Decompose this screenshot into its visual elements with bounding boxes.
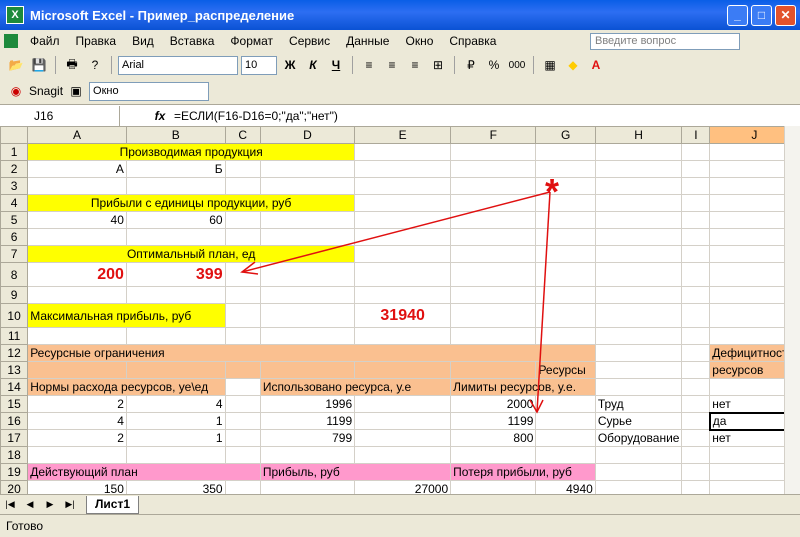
menu-file[interactable]: Файл <box>22 34 68 48</box>
menu-tools[interactable]: Сервис <box>281 34 338 48</box>
help-icon[interactable]: ? <box>85 55 105 75</box>
vertical-scrollbar[interactable] <box>784 126 800 494</box>
spreadsheet-grid: A B C D E F G H I J 1 Производимая продук… <box>0 126 800 494</box>
close-button[interactable]: ✕ <box>775 5 796 26</box>
fill-color-icon[interactable]: ◆ <box>563 55 583 75</box>
save-icon[interactable]: 💾 <box>29 55 49 75</box>
capture-icon[interactable]: ▣ <box>66 81 86 101</box>
doc-icon <box>4 34 18 48</box>
font-size-select[interactable]: 10 <box>241 55 277 75</box>
menu-help[interactable]: Справка <box>441 34 504 48</box>
excel-icon: X <box>6 6 24 24</box>
menu-insert[interactable]: Вставка <box>162 34 223 48</box>
name-box[interactable]: J16 <box>0 105 120 126</box>
print-icon[interactable]: 🖶 <box>62 55 82 75</box>
font-color-icon[interactable]: A <box>586 55 606 75</box>
last-sheet-icon[interactable]: ▶| <box>60 495 80 515</box>
status-bar: Готово <box>0 514 800 537</box>
asterisk-annotation: * <box>545 171 559 212</box>
align-right-icon[interactable]: ≡ <box>405 55 425 75</box>
open-icon[interactable]: 📂 <box>6 55 26 75</box>
menu-data[interactable]: Данные <box>338 34 397 48</box>
sheet-tab[interactable]: Лист1 <box>86 495 140 514</box>
next-sheet-icon[interactable]: ▶ <box>40 495 60 515</box>
menu-format[interactable]: Формат <box>222 34 281 48</box>
menu-edit[interactable]: Правка <box>68 34 125 48</box>
sheet-tab-bar: |◀ ◀ ▶ ▶| Лист1 <box>0 494 800 514</box>
arrow-to-limit <box>536 191 551 413</box>
underline-button[interactable]: Ч <box>326 55 346 75</box>
first-sheet-icon[interactable]: |◀ <box>0 495 20 515</box>
menu-view[interactable]: Вид <box>124 34 162 48</box>
currency-icon[interactable]: ₽ <box>461 55 481 75</box>
formatting-toolbar: 📂 💾 🖶 ? Arial 10 Ж К Ч ≡ ≡ ≡ ⊞ ₽ % 000 ▦… <box>0 52 800 78</box>
italic-button[interactable]: К <box>303 55 323 75</box>
annotation-arrows: * <box>240 171 559 414</box>
align-center-icon[interactable]: ≡ <box>382 55 402 75</box>
menu-bar: Файл Правка Вид Вставка Формат Сервис Да… <box>0 30 800 52</box>
font-select[interactable]: Arial <box>118 55 238 75</box>
maximize-button[interactable]: □ <box>751 5 772 26</box>
status-text: Готово <box>6 519 44 533</box>
formula-input[interactable]: =ЕСЛИ(F16-D16=0;"да";"нет") <box>170 109 338 123</box>
arrowhead-limit <box>529 399 544 414</box>
snagit-toolbar: ◉ Snagit ▣ Окно <box>0 78 800 104</box>
title-bar: X Microsoft Excel - Пример_распределение… <box>0 0 800 30</box>
merge-center-icon[interactable]: ⊞ <box>428 55 448 75</box>
snagit-button[interactable]: Snagit <box>29 84 63 98</box>
bold-button[interactable]: Ж <box>280 55 300 75</box>
thousands-button[interactable]: 000 <box>507 55 527 75</box>
menu-window[interactable]: Окно <box>397 34 441 48</box>
function-icon[interactable]: fx <box>150 109 170 123</box>
snagit-icon[interactable]: ◉ <box>6 81 26 101</box>
minimize-button[interactable]: _ <box>727 5 748 26</box>
borders-icon[interactable]: ▦ <box>540 55 560 75</box>
percent-button[interactable]: % <box>484 55 504 75</box>
window-title: Microsoft Excel - Пример_распределение <box>30 7 295 23</box>
prev-sheet-icon[interactable]: ◀ <box>20 495 40 515</box>
arrow-to-plan <box>241 191 551 273</box>
formula-bar: J16 fx =ЕСЛИ(F16-D16=0;"да";"нет") <box>0 104 800 126</box>
ask-question-input[interactable]: Введите вопрос <box>590 33 740 50</box>
capture-mode-select[interactable]: Окно <box>89 81 210 101</box>
align-left-icon[interactable]: ≡ <box>359 55 379 75</box>
